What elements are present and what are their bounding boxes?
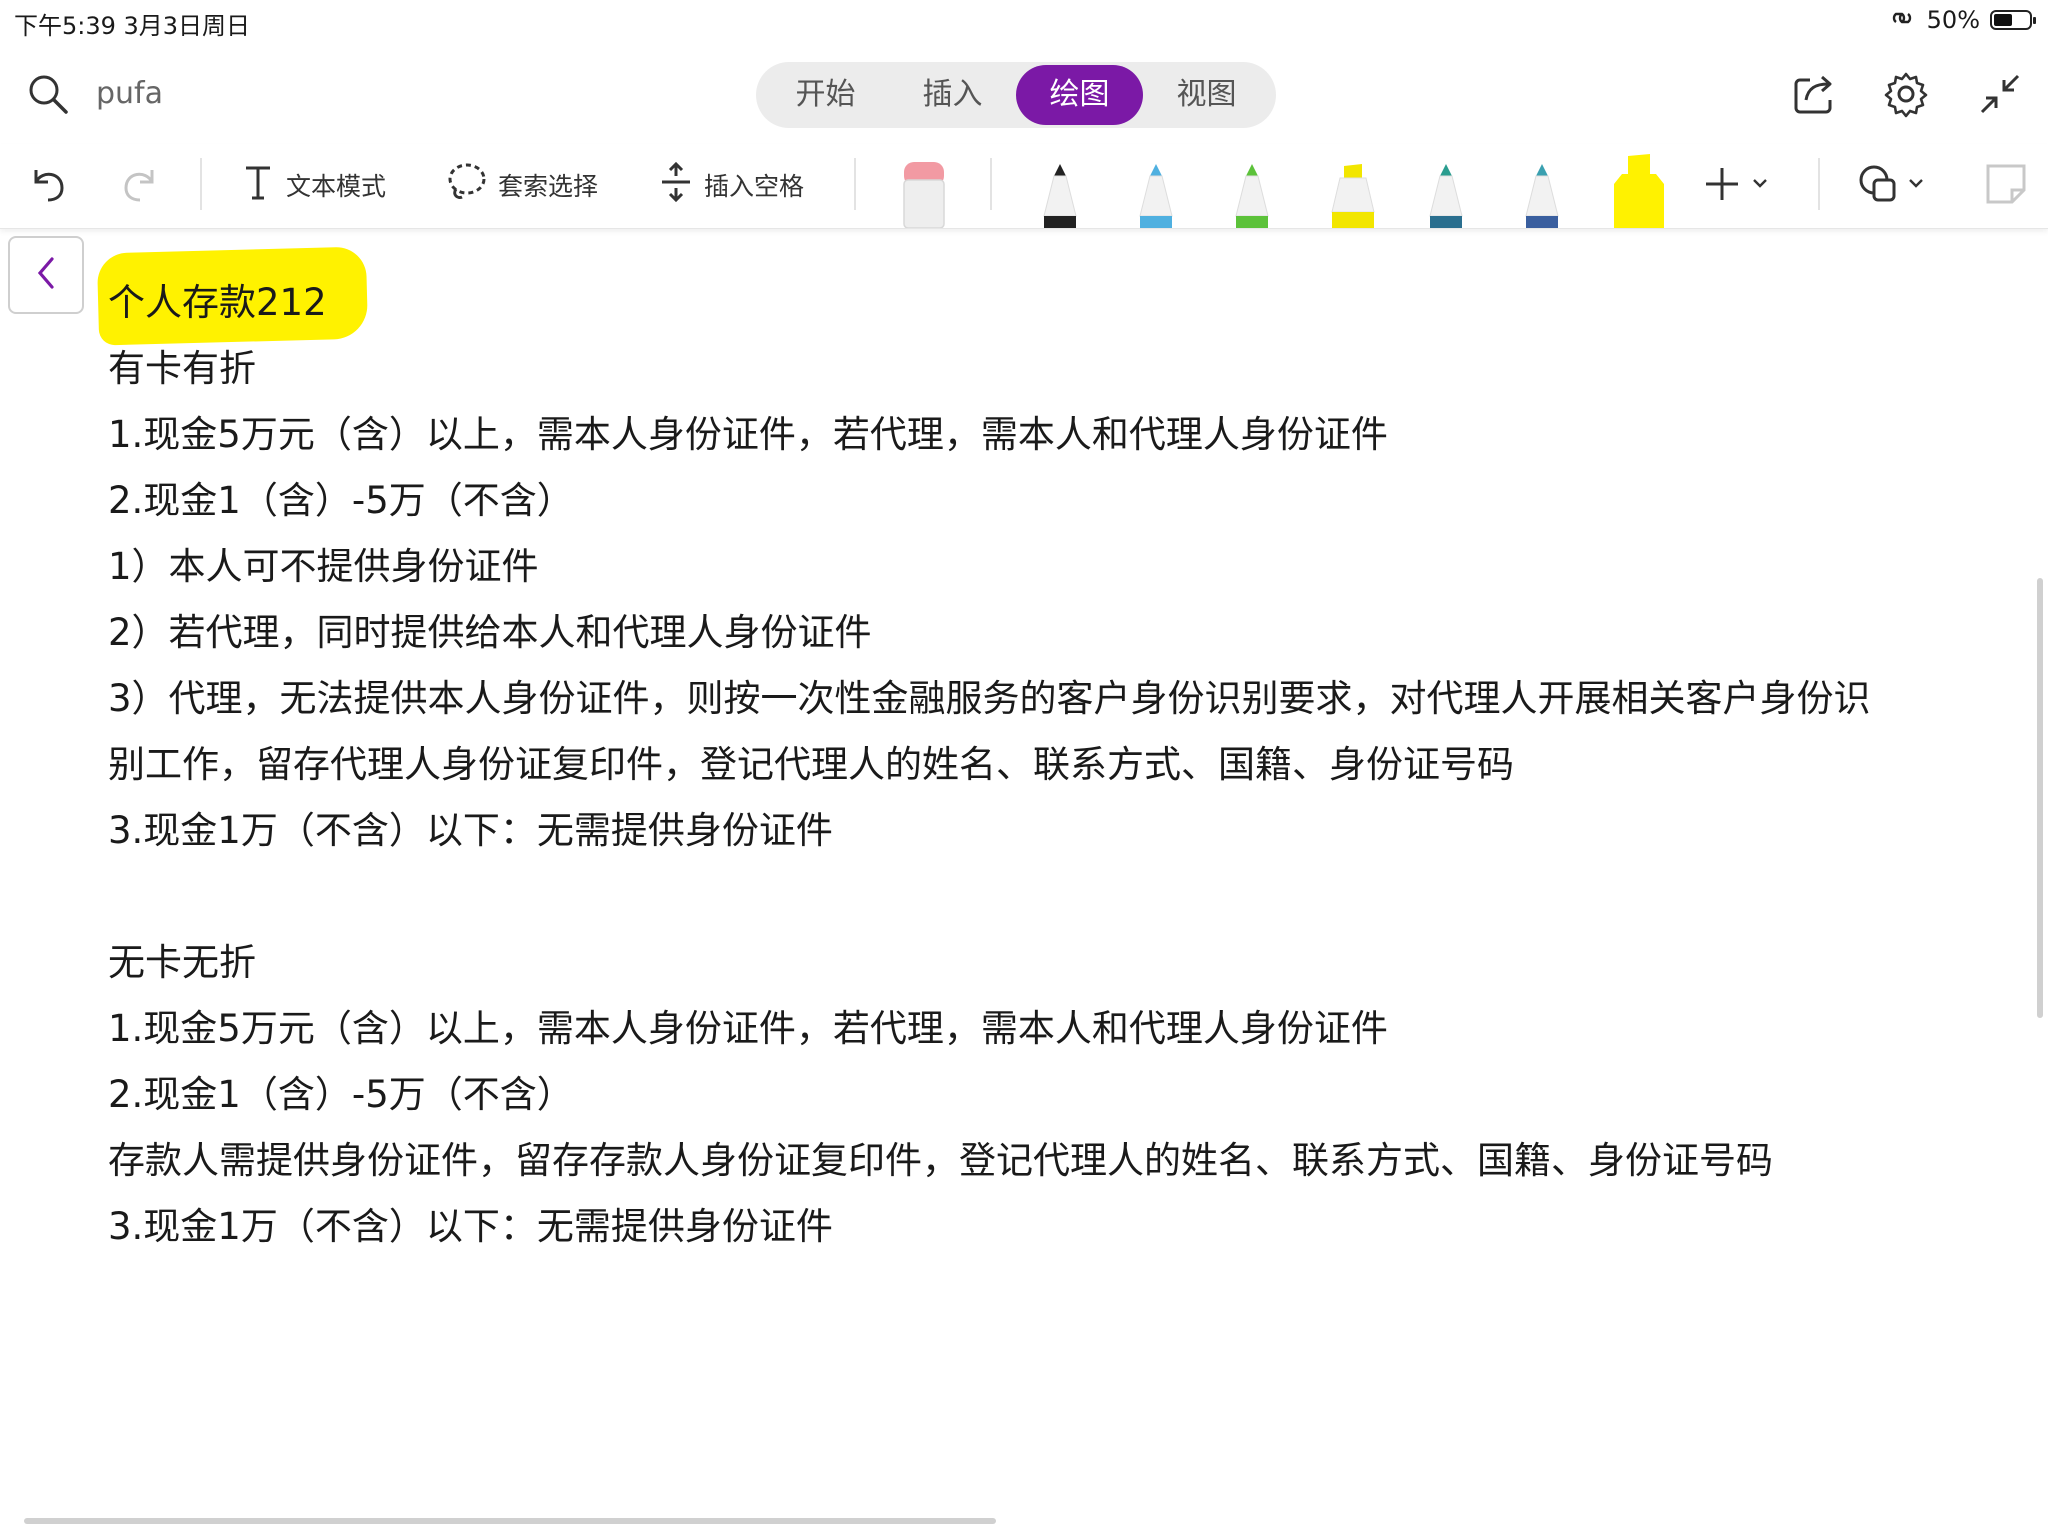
note-line: 无卡无折 (108, 941, 256, 984)
note-line: 有卡有折 (108, 347, 256, 390)
note-line: 3.现金1万（不含）以下：无需提供身份证件 (108, 1205, 833, 1248)
lasso-select-label: 套索选择 (498, 172, 599, 201)
toolbar-divider (1818, 158, 1820, 210)
status-time: 下午5:39 3月3日周日 (14, 12, 251, 40)
lasso-icon (446, 161, 488, 209)
yellow-highlighter-wide-icon[interactable] (1610, 154, 1668, 228)
top-bar: pufa 开始 插入 绘图 视图 (0, 48, 2048, 144)
share-icon[interactable] (1790, 70, 1838, 118)
add-pen-icon[interactable] (1702, 162, 1772, 206)
note-line: 2.现金1（含）-5万（不含） (108, 479, 574, 522)
tab-insert[interactable]: 插入 (889, 65, 1016, 125)
text-mode-label: 文本模式 (286, 172, 387, 201)
search-icon[interactable] (26, 72, 70, 116)
chevron-left-icon (34, 255, 58, 295)
note-line: 1）本人可不提供身份证件 (108, 545, 539, 588)
note-line: 2.现金1（含）-5万（不含） (108, 1073, 574, 1116)
note-blank-line (108, 864, 1968, 930)
note-line: 存款人需提供身份证件，留存存款人身份证复印件，登记代理人的姓名、联系方式、国籍、… (108, 1139, 1773, 1182)
text-cursor-icon (240, 162, 276, 208)
note-title-line: 个人存款212 (108, 270, 1968, 336)
note-line: 别工作，留存代理人身份证复印件，登记代理人的姓名、联系方式、国籍、身份证号码 (108, 743, 1514, 786)
note-line: 3.现金1万（不含）以下：无需提供身份证件 (108, 809, 833, 852)
yellow-highlighter-icon[interactable] (1326, 162, 1380, 228)
tab-start[interactable]: 开始 (762, 65, 889, 125)
back-button[interactable] (8, 236, 84, 314)
galaxy-teal-pen-icon[interactable] (1424, 162, 1468, 228)
collapse-icon[interactable] (1976, 70, 2024, 118)
battery-icon (1990, 10, 2036, 30)
note-line: 1.现金5万元（含）以上，需本人身份证件，若代理，需本人和代理人身份证件 (108, 413, 1388, 456)
note-line: 1.现金5万元（含）以上，需本人身份证件，若代理，需本人和代理人身份证件 (108, 1007, 1388, 1050)
green-pen-icon[interactable] (1230, 162, 1274, 228)
insert-space-label: 插入空格 (704, 172, 805, 201)
horizontal-scrollbar[interactable] (24, 1518, 996, 1524)
toolbar-divider (854, 158, 856, 210)
draw-toolbar: 文本模式 套索选择 插入空格 (0, 144, 2048, 229)
note-icon[interactable] (1982, 162, 2030, 206)
insert-space-icon (658, 160, 694, 210)
tab-view[interactable]: 视图 (1143, 65, 1270, 125)
vertical-scrollbar[interactable] (2037, 578, 2043, 1018)
shapes-icon[interactable] (1856, 162, 1928, 206)
status-right: 50% (1887, 6, 2036, 34)
eraser-icon[interactable] (900, 160, 948, 229)
link-icon (1887, 6, 1917, 34)
undo-icon[interactable] (26, 162, 70, 206)
galaxy-blue-pen-icon[interactable] (1520, 162, 1564, 228)
insert-space-button[interactable]: 插入空格 (658, 160, 804, 210)
battery-percent: 50% (1926, 6, 1980, 34)
note-content[interactable]: 个人存款212 有卡有折 1.现金5万元（含）以上，需本人身份证件，若代理，需本… (108, 270, 1968, 1260)
status-bar: 下午5:39 3月3日周日 50% (0, 0, 2048, 40)
search-input[interactable]: pufa (96, 76, 163, 111)
redo-icon[interactable] (118, 162, 162, 206)
black-pen-icon[interactable] (1038, 162, 1082, 228)
toolbar-divider (200, 158, 202, 210)
text-mode-button[interactable]: 文本模式 (240, 160, 386, 210)
blue-pen-icon[interactable] (1134, 162, 1178, 228)
ribbon-tabs: 开始 插入 绘图 视图 (756, 62, 1276, 128)
note-line: 3）代理，无法提供本人身份证件，则按一次性金融服务的客户身份识别要求，对代理人开… (108, 677, 1871, 720)
note-title: 个人存款212 (108, 270, 327, 336)
toolbar-divider (990, 158, 992, 210)
tab-draw[interactable]: 绘图 (1016, 65, 1143, 125)
note-line: 2）若代理，同时提供给本人和代理人身份证件 (108, 611, 872, 654)
lasso-select-button[interactable]: 套索选择 (446, 160, 598, 210)
gear-icon[interactable] (1882, 70, 1930, 118)
